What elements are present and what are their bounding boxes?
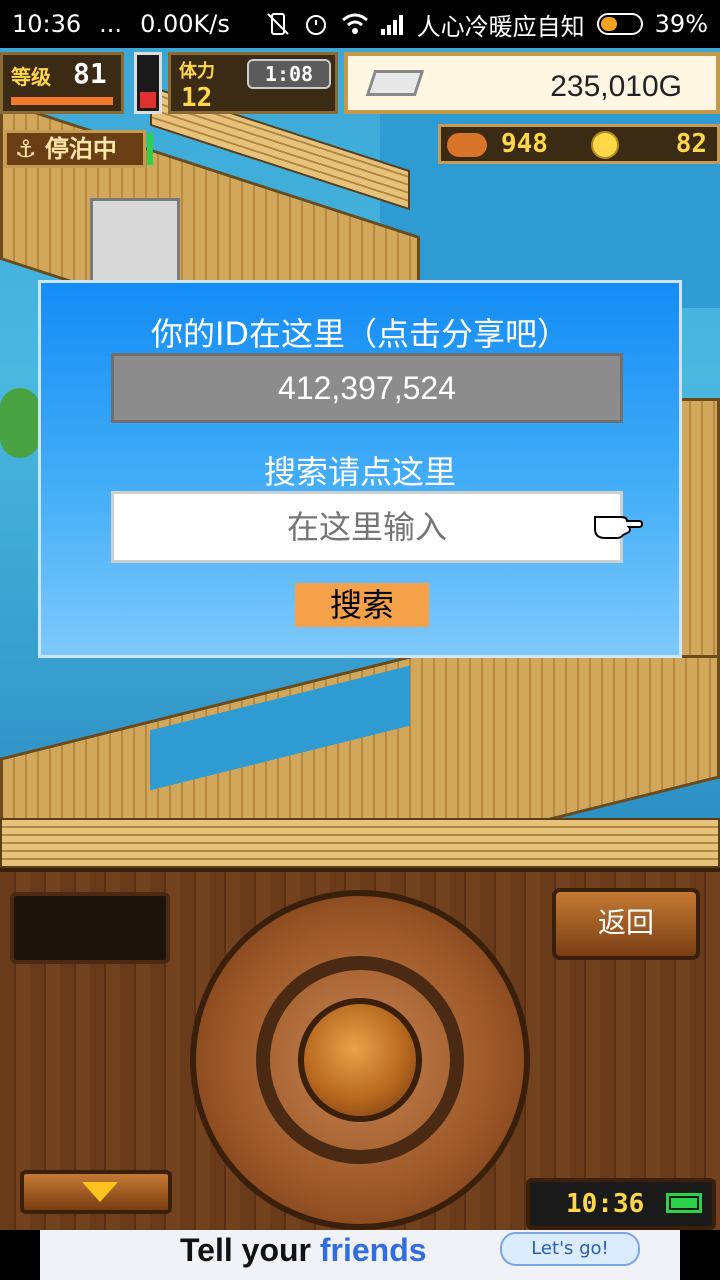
clock-time: 10:36 xyxy=(566,1189,645,1219)
grass-patch xyxy=(0,388,40,458)
vibrate-off-icon xyxy=(265,11,291,37)
stamina-timer: 1:08 xyxy=(247,59,331,89)
ad-banner[interactable]: Tell your friends Let's go! xyxy=(40,1230,680,1280)
player-id-box[interactable]: 412,397,524 xyxy=(111,353,623,423)
game-clock: 10:36 xyxy=(526,1178,716,1230)
carrier-text: 人心冷暖应自知 xyxy=(416,12,585,41)
dpad-center-button[interactable] xyxy=(298,998,422,1122)
stamina-value: 12 xyxy=(181,83,213,113)
share-id-dialog: 你的ID在这里（点击分享吧） 412,397,524 搜索请点这里 搜索 xyxy=(38,280,682,658)
search-label: 搜索请点这里 xyxy=(263,453,456,491)
net-speed: 0.00K/s xyxy=(140,10,230,38)
gold-value: 235,010G xyxy=(550,70,682,103)
silver-ingot-icon xyxy=(365,70,425,96)
anchor-icon: ⚓ xyxy=(15,135,37,163)
exp-bar xyxy=(11,97,113,105)
food-value: 948 xyxy=(501,129,548,159)
dpad-control[interactable] xyxy=(190,890,530,1230)
ad-bubble[interactable]: Let's go! xyxy=(500,1232,640,1266)
coin-icon xyxy=(591,131,619,159)
back-button[interactable]: 返回 xyxy=(552,888,700,960)
status-bar: 10:36 ... 0.00K/s 人心冷暖应自知 39% xyxy=(0,0,720,48)
ad-text: Tell your friends xyxy=(180,1232,427,1268)
menu-down-button[interactable] xyxy=(20,1170,172,1214)
level-label: 等级 xyxy=(11,65,51,89)
level-panel: 等级 81 xyxy=(0,52,124,114)
pier-wall xyxy=(0,818,720,868)
hp-gauge xyxy=(134,52,162,114)
search-input[interactable] xyxy=(111,491,623,563)
docked-status[interactable]: ⚓ 停泊中 xyxy=(4,130,153,168)
coin-value: 82 xyxy=(675,129,707,159)
gold-panel: 235,010G xyxy=(344,52,720,114)
alarm-icon xyxy=(303,11,329,37)
level-value: 81 xyxy=(73,57,107,90)
battery-percent: 39% xyxy=(654,10,708,38)
control-panel: 返回 10:36 xyxy=(0,868,720,1230)
pointing-hand-icon xyxy=(593,505,644,541)
info-screen xyxy=(10,892,170,964)
game-battery-icon xyxy=(666,1193,702,1213)
arrow-down-icon xyxy=(82,1182,118,1202)
castle-tower xyxy=(90,198,180,288)
stamina-label: 体力 xyxy=(179,61,215,82)
food-icon xyxy=(447,133,487,157)
docked-label: 停泊中 xyxy=(44,135,117,163)
dialog-title[interactable]: 你的ID在这里（点击分享吧） xyxy=(41,309,679,355)
search-button[interactable]: 搜索 xyxy=(295,583,429,627)
status-dots: ... xyxy=(99,10,123,38)
battery-icon xyxy=(596,13,643,35)
status-time: 10:36 xyxy=(12,10,82,38)
stamina-panel: 体力 12 1:08 xyxy=(168,52,338,114)
signal-icon xyxy=(379,11,405,37)
wifi-icon xyxy=(341,11,368,37)
resources-panel: 948 82 xyxy=(438,124,720,164)
docked-indicator xyxy=(147,133,153,165)
